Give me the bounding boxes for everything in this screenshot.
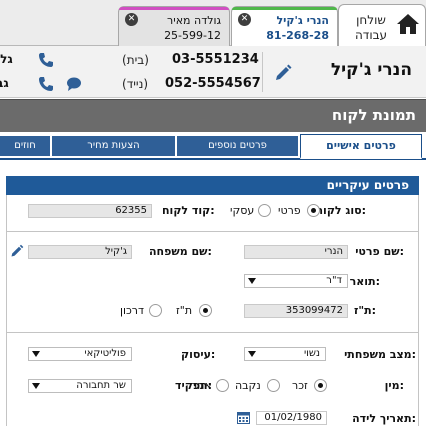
phone-number-mobile: 052-5554567 xyxy=(165,76,261,91)
gender-male-radio[interactable] xyxy=(314,379,327,392)
title-select-value: ד"ר xyxy=(326,275,342,286)
title-select[interactable]: ד"ר xyxy=(244,274,348,288)
customer-type-business-radio[interactable] xyxy=(258,204,271,217)
phone-type-home: (בית) xyxy=(122,53,149,67)
marital-status-value: נשוי xyxy=(303,348,320,359)
customer-tab-name: הנרי ג'קיל xyxy=(276,14,329,27)
phone-type-mobile: (נייד) xyxy=(122,77,149,91)
calendar-icon[interactable] xyxy=(237,411,250,424)
row-divider xyxy=(6,332,419,333)
gender-female-radio[interactable] xyxy=(267,379,280,392)
occupation-select[interactable]: פוליטיקאי xyxy=(28,347,132,361)
truncated-text: גלו xyxy=(0,52,13,66)
tab-color-stripe xyxy=(232,7,337,10)
gender-label: מין: xyxy=(384,379,404,392)
title-label: תואר: xyxy=(349,275,380,288)
header-divider xyxy=(262,52,263,92)
gender-male-label: זכר xyxy=(292,379,308,392)
phone-number-home: 03-5551234 xyxy=(172,52,259,67)
tab-personal-details[interactable]: פרטים אישיים xyxy=(300,134,422,159)
first-name-field[interactable]: הנרי xyxy=(244,245,348,259)
phone-icon[interactable] xyxy=(38,52,54,68)
birth-date-label: תאריך לידה: xyxy=(352,412,416,425)
edit-pencil-icon[interactable] xyxy=(273,63,293,83)
id-type-passport-radio[interactable] xyxy=(149,304,162,317)
page-title: תמונת לקוח xyxy=(331,106,416,124)
marital-status-select[interactable]: נשוי xyxy=(244,347,326,361)
section-header: פרטים עיקריים xyxy=(6,176,419,195)
customer-type-label: סוג לקוח: xyxy=(315,204,367,217)
customer-type-private-radio[interactable] xyxy=(307,204,320,217)
gender-female-label: נקבה xyxy=(235,379,261,392)
truncated-text: גב xyxy=(0,76,9,90)
customer-type-business-label: עסקי xyxy=(230,204,255,217)
section-tab-strip: פרטים אישיים פרטים נוספים הצעות מחיר חוז… xyxy=(0,132,426,160)
first-name-label: שם פרטי: xyxy=(355,245,404,258)
last-name-field[interactable]: ג'קיל xyxy=(28,245,132,259)
home-tab[interactable]: שולחן עבודה xyxy=(338,4,426,46)
birth-date-field[interactable]: 01/02/1980 xyxy=(256,411,327,425)
dropdown-arrow-icon xyxy=(32,351,40,357)
customer-name: הנרי ג'קיל xyxy=(330,60,412,80)
customer-header: הנרי ג'קיל 03-5551234 (בית) 052-5554567 … xyxy=(0,46,426,98)
tab-color-stripe xyxy=(119,7,229,10)
section-title: פרטים עיקריים xyxy=(326,178,409,192)
close-tab-icon[interactable]: ✕ xyxy=(125,13,138,26)
chat-icon[interactable] xyxy=(66,76,82,92)
id-type-id-radio[interactable] xyxy=(199,304,212,317)
row-divider xyxy=(6,231,419,232)
role-label: תפקיד: xyxy=(175,379,212,392)
id-number-label: ת"ז: xyxy=(353,304,376,317)
customer-tab-phone: 25-599-12 xyxy=(164,29,221,42)
edit-pencil-icon[interactable] xyxy=(10,244,24,258)
page-title-bar: תמונת לקוח xyxy=(0,99,426,132)
customer-type-private-label: פרטי xyxy=(278,204,301,217)
occupation-label: עיסוק: xyxy=(181,348,216,361)
home-tab-label: שולחן עבודה xyxy=(354,13,388,42)
customer-code-field[interactable]: 62355 xyxy=(28,204,152,218)
occupation-value: פוליטיקאי xyxy=(84,348,126,359)
customer-tab-name: גולדה מאיר xyxy=(167,14,221,27)
phone-icon[interactable] xyxy=(38,76,54,92)
role-select[interactable]: שר תחבורה xyxy=(28,379,132,393)
id-type-passport-label: דרכון xyxy=(120,304,145,317)
customer-tab-active[interactable]: ✕ הנרי ג'קיל 81-268-28 xyxy=(231,6,338,46)
id-number-field[interactable]: 353099472 xyxy=(244,304,348,318)
gender-other-radio[interactable] xyxy=(216,379,229,392)
id-type-id-label: ת"ז xyxy=(176,304,193,317)
dropdown-arrow-icon xyxy=(248,278,256,284)
customer-code-label: קוד לקוח: xyxy=(162,204,215,217)
marital-status-label: מצב משפחתי: xyxy=(344,348,416,361)
tab-contracts[interactable]: חוזים xyxy=(0,136,51,156)
last-name-label: שם משפחה: xyxy=(149,245,212,258)
tab-additional-details[interactable]: פרטים נוספים xyxy=(177,136,299,156)
home-icon xyxy=(397,14,419,34)
top-tab-strip: שולחן עבודה ✕ הנרי ג'קיל 81-268-28 ✕ גול… xyxy=(0,0,426,46)
customer-tab-phone: 81-268-28 xyxy=(266,29,329,42)
role-value: שר תחבורה xyxy=(76,380,126,391)
close-tab-icon[interactable]: ✕ xyxy=(238,13,251,26)
personal-details-panel: פרטים עיקריים סוג לקוח: פרטי עסקי קוד לק… xyxy=(0,160,426,426)
dropdown-arrow-icon xyxy=(32,383,40,389)
customer-tab[interactable]: ✕ גולדה מאיר 25-599-12 xyxy=(118,6,230,46)
tab-price-quotes[interactable]: הצעות מחיר xyxy=(52,136,176,156)
dropdown-arrow-icon xyxy=(248,351,256,357)
